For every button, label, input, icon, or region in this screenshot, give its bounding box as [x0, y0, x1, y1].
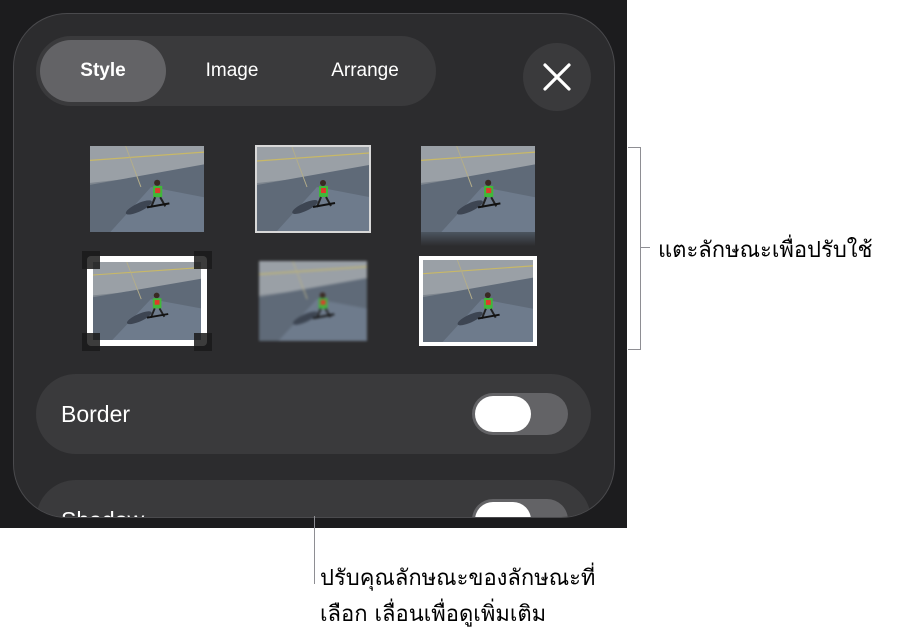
style-preset-thin-border[interactable]: [255, 145, 371, 233]
style-preset-thick-border[interactable]: [419, 256, 537, 346]
photo-thumbnail: [90, 146, 204, 232]
phone-screen: Style Image Arrange Border: [0, 0, 627, 528]
styles-callout-text: แตะลักษณะเพื่อปรับใช้: [658, 238, 873, 263]
tab-arrange[interactable]: Arrange: [298, 40, 432, 102]
close-button[interactable]: [523, 43, 591, 111]
photo-thumbnail: [259, 261, 367, 341]
format-panel: Style Image Arrange Border: [13, 13, 615, 518]
border-option-row: Border: [36, 374, 591, 454]
photo-thumbnail: [93, 262, 201, 340]
tab-segmented-control: Style Image Arrange: [36, 36, 436, 106]
style-preset-plain[interactable]: [90, 146, 204, 232]
photo-thumbnail: [421, 146, 535, 232]
toggle-knob: [475, 396, 531, 432]
close-icon: [543, 63, 571, 91]
shadow-toggle[interactable]: [472, 499, 568, 517]
options-callout-line: [314, 516, 315, 584]
style-preset-photo-corners[interactable]: [82, 251, 212, 351]
border-label: Border: [61, 401, 131, 427]
styles-callout-tick: [640, 247, 650, 248]
photo-thumbnail: [257, 147, 369, 231]
options-callout-text-2: เลือก เลื่อนเพื่อดูเพิ่มเติม: [320, 602, 547, 627]
tab-image[interactable]: Image: [166, 40, 298, 102]
photo-thumbnail: [423, 260, 533, 342]
shadow-label: Shadow: [61, 480, 144, 517]
border-toggle[interactable]: [472, 393, 568, 435]
toggle-knob: [475, 502, 531, 517]
style-preset-reflection[interactable]: [421, 146, 535, 246]
styles-callout-bracket: [628, 147, 641, 350]
shadow-option-row: Shadow: [36, 480, 591, 517]
style-preset-soft-edge[interactable]: [259, 261, 367, 341]
options-callout-text-1: ปรับคุณลักษณะของลักษณะที่: [320, 566, 596, 591]
tab-style[interactable]: Style: [40, 40, 166, 102]
